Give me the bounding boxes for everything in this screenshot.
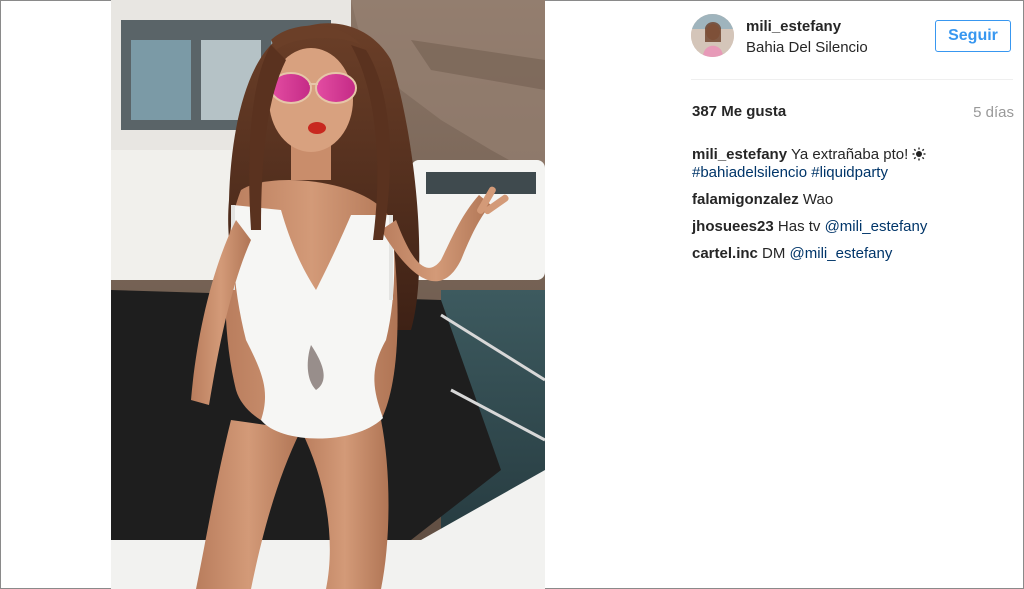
comment-text: Has tv <box>777 218 821 235</box>
header-divider <box>691 79 1013 80</box>
mention-link[interactable]: @mili_estefany <box>825 218 928 235</box>
post-photo[interactable] <box>111 0 545 589</box>
likes-count[interactable]: 387 Me gusta <box>692 103 786 120</box>
avatar[interactable] <box>691 14 734 57</box>
comments-list: mili_estefany Ya extrañaba pto! #bahiade… <box>692 146 1012 272</box>
follow-button[interactable]: Seguir <box>935 20 1011 52</box>
post-sidebar: mili_estefany Bahia Del Silencio Seguir … <box>691 0 1024 589</box>
caption-comment: mili_estefany Ya extrañaba pto! #bahiade… <box>692 146 1012 182</box>
post-location[interactable]: Bahia Del Silencio <box>746 39 868 56</box>
post-header: mili_estefany Bahia Del Silencio Seguir <box>691 12 1013 78</box>
comment-text: DM <box>762 245 786 262</box>
sun-icon <box>912 147 926 161</box>
hashtag-link[interactable]: #liquidparty <box>811 164 888 181</box>
comment-text: Wao <box>802 191 834 208</box>
comment-username[interactable]: falamigonzalez <box>692 191 799 208</box>
photo-image <box>111 0 545 589</box>
comment-item: falamigonzalez Wao <box>692 191 1012 209</box>
mention-link[interactable]: @mili_estefany <box>790 245 893 262</box>
hashtag-link[interactable]: #bahiadelsilencio <box>692 164 807 181</box>
avatar-image <box>691 14 734 57</box>
comment-item: jhosuees23 Has tv @mili_estefany <box>692 218 1012 236</box>
comment-item: cartel.inc DM @mili_estefany <box>692 245 1012 263</box>
post-timestamp[interactable]: 5 días <box>973 104 1014 121</box>
post-username[interactable]: mili_estefany <box>746 18 841 35</box>
comment-username[interactable]: cartel.inc <box>692 245 758 262</box>
caption-text: Ya extrañaba pto! <box>790 146 909 163</box>
caption-username[interactable]: mili_estefany <box>692 146 787 163</box>
comment-username[interactable]: jhosuees23 <box>692 218 774 235</box>
